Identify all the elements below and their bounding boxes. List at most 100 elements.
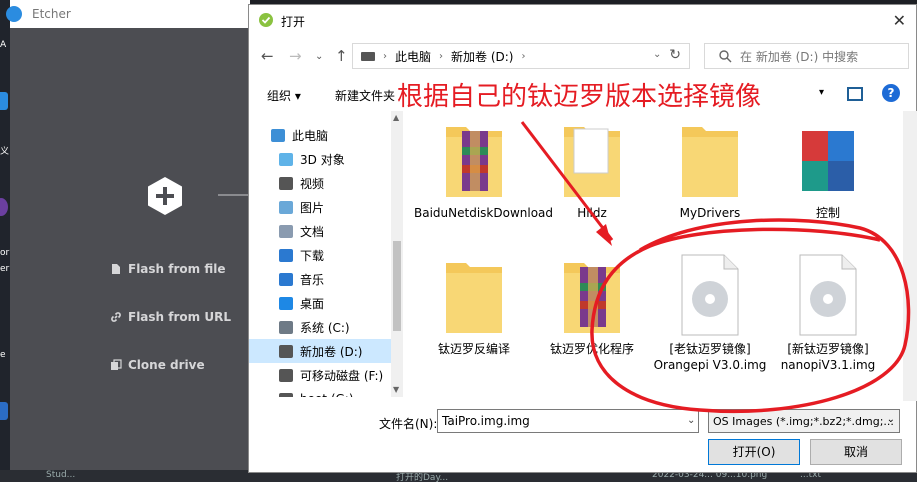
sidebar-item-label: 可移动磁盘 (F:) [300,368,384,383]
view-options-chevron-icon[interactable]: ▾ [819,87,824,98]
file-name: 控制 [815,206,840,220]
new-folder-button[interactable]: 新建文件夹 [335,87,395,104]
sidebar-item-label: 此电脑 [292,128,329,143]
sidebar-item[interactable]: 文档 [249,219,391,243]
recent-dropdown-icon[interactable]: ⌄ [315,51,323,62]
app-cube-icon [796,117,860,201]
forward-arrow-icon[interactable]: → [289,47,302,65]
folder-icon [560,117,624,201]
cancel-button[interactable]: 取消 [810,439,902,465]
search-placeholder: 在 新加卷 (D:) 中搜索 [740,49,859,64]
scroll-thumb[interactable] [393,241,401,331]
video-icon [279,176,293,190]
drive-icon [279,344,293,358]
file-item[interactable]: 控制 [768,117,888,221]
filetype-select[interactable]: OS Images (*.img;*.bz2;*.dmg;... ⌄ [708,409,900,433]
sidebar-item-label: boot (G:) [300,392,354,397]
flash-from-url-button[interactable]: Flash from URL [110,310,231,324]
music-icon [279,272,293,286]
disc-image-icon [796,253,860,337]
clone-drive-label: Clone drive [128,358,205,372]
navigation-scrollbar[interactable]: ▲ ▼ [391,111,403,397]
up-arrow-icon[interactable]: ↑ [335,47,348,65]
folder-icon [560,253,624,337]
annotation-text: 根据自己的钛迈罗版本选择镜像 [397,82,762,112]
sidebar-item[interactable]: 下载 [249,243,391,267]
etcher-titlebar: Etcher [10,0,250,28]
sidebar-item[interactable]: 新加卷 (D:) [249,339,391,363]
chevron-right-icon[interactable]: › [521,51,525,62]
desktop-label: or [0,248,10,258]
cancel-button-label: 取消 [843,445,868,459]
scroll-down-icon[interactable]: ▼ [393,385,399,394]
taskbar-item[interactable]: Stud... [46,470,75,480]
sidebar-item[interactable]: 桌面 [249,291,391,315]
sidebar-item[interactable]: 视频 [249,171,391,195]
sidebar-item-label: 音乐 [300,272,325,287]
sidebar-item-label: 3D 对象 [300,152,345,167]
sidebar-item[interactable]: 图片 [249,195,391,219]
file-item[interactable]: 钛迈罗优化程序 [532,253,652,357]
sidebar-item-label: 系统 (C:) [300,320,350,335]
file-item[interactable]: [老钛迈罗镜像] Orangepi V3.0.img [650,253,770,373]
sidebar-item-label: 视频 [300,176,325,191]
desktop-app-icon[interactable] [0,402,8,420]
desktop-label: er [0,264,10,274]
add-image-icon[interactable] [145,176,185,216]
file-icon [112,264,120,274]
sidebar-item[interactable]: 系统 (C:) [249,315,391,339]
search-input[interactable]: 在 新加卷 (D:) 中搜索 [704,43,909,69]
desktop-icon [279,296,293,310]
link-icon [111,312,121,322]
filename-value: TaiPro.img.img [442,414,530,428]
sidebar-item[interactable]: boot (G:) [249,387,391,397]
back-arrow-icon[interactable]: ← [261,47,274,65]
desktop-label: e [0,350,6,360]
sidebar-item[interactable]: 音乐 [249,267,391,291]
chevron-right-icon[interactable]: › [383,51,387,62]
breadcrumb-this-pc[interactable]: 此电脑 [395,48,431,65]
file-item[interactable]: MyDrivers [650,117,770,221]
dialog-toolbar: 组织 ▾ 新建文件夹 根据自己的钛迈罗版本选择镜像 ▾ ? [249,79,916,112]
desktop-app-icon[interactable] [0,198,8,216]
file-name: 钛迈罗优化程序 [549,342,634,356]
usb-drive-icon [279,392,293,397]
etcher-title: Etcher [32,7,71,21]
flash-from-file-button[interactable]: Flash from file [110,262,225,276]
file-item[interactable]: [新钛迈罗镜像] nanopiV3.1.img [768,253,888,373]
dialog-titlebar: 打开 ✕ [249,5,916,35]
organize-button[interactable]: 组织 ▾ [267,87,301,104]
file-item[interactable]: BaiduNetdiskDownload [414,117,553,221]
desktop-app-icon[interactable] [0,92,8,110]
open-file-dialog: 打开 ✕ ← → ⌄ ↑ › 此电脑 › 新加卷 (D:) › ⌄ ↻ 在 新加… [248,4,917,473]
open-button-label: 打开(O) [732,445,776,459]
help-icon[interactable]: ? [882,84,900,102]
filename-input[interactable]: TaiPro.img.img [437,409,699,433]
sidebar-item-label: 新加卷 (D:) [300,344,363,359]
search-icon [719,49,732,62]
sidebar-item[interactable]: 3D 对象 [249,147,391,171]
scroll-up-icon[interactable]: ▲ [393,113,399,122]
file-item[interactable]: 钛迈罗反编译 [414,253,534,357]
file-list-scrollbar[interactable] [903,111,917,401]
sidebar-item-label: 图片 [300,200,325,215]
desktop-label: A [0,40,7,50]
breadcrumb-drive-d[interactable]: 新加卷 (D:) [451,48,513,65]
sidebar-item[interactable]: 可移动磁盘 (F:) [249,363,391,387]
refresh-icon[interactable]: ↻ [669,47,681,63]
file-name: [老钛迈罗镜像] Orangepi V3.0.img [653,342,767,372]
dialog-title: 打开 [281,15,306,29]
desktop-strip: A 义 or er e [0,0,10,482]
open-button[interactable]: 打开(O) [708,439,800,465]
clone-drive-button[interactable]: Clone drive [110,358,205,372]
usb-drive-icon [279,368,293,382]
sidebar-item[interactable]: 此电脑 [249,123,391,147]
close-icon[interactable]: ✕ [893,11,906,30]
file-item[interactable]: Hildz [532,117,652,221]
chevron-down-icon[interactable]: ⌄ [653,49,661,60]
preview-pane-icon[interactable] [847,87,863,101]
filename-dropdown-icon[interactable]: ⌄ [687,415,695,426]
filetype-value: OS Images (*.img;*.bz2;*.dmg;... [713,414,894,428]
address-bar[interactable]: › 此电脑 › 新加卷 (D:) › ⌄ ↻ [352,43,690,69]
chevron-right-icon[interactable]: › [439,51,443,62]
